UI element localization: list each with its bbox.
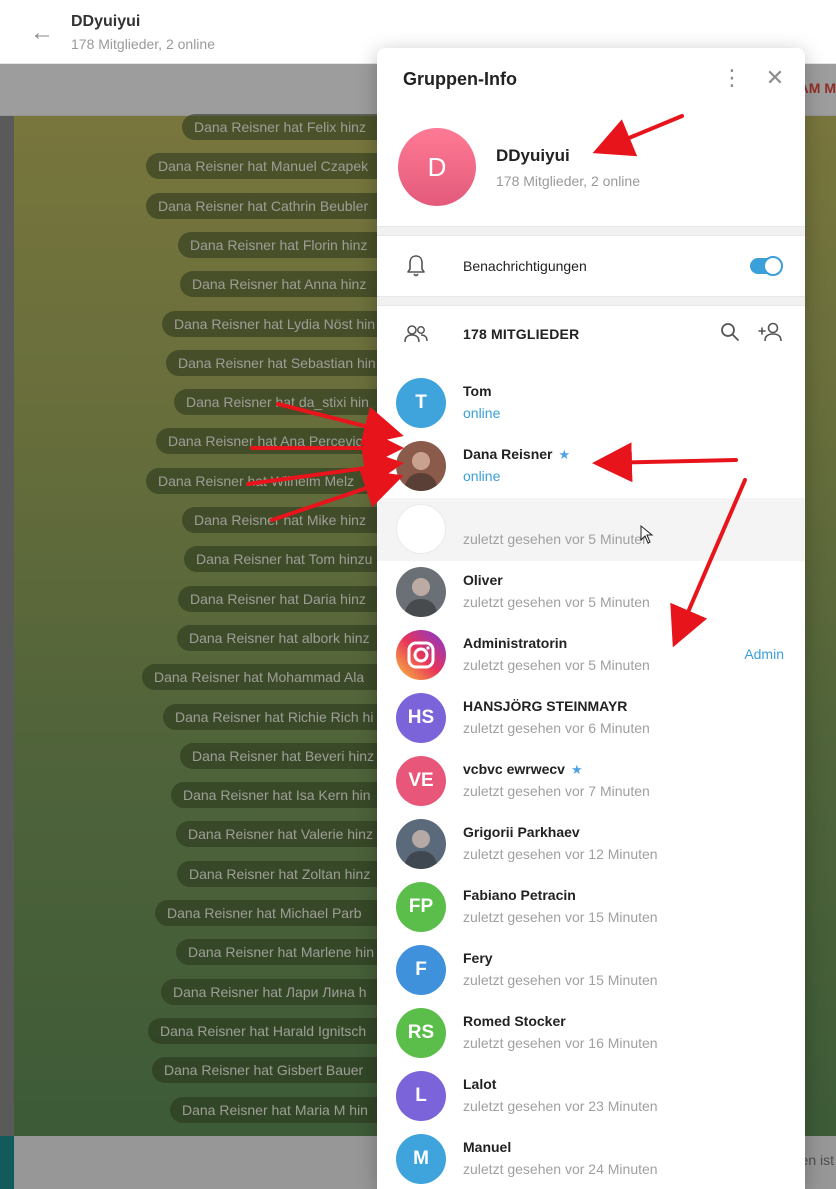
camera-icon: [407, 641, 435, 669]
member-avatar[interactable]: VE: [396, 756, 446, 806]
member-row[interactable]: Administratorin zuletzt gesehen vor 5 Min…: [377, 624, 805, 687]
modal-header: Gruppen-Info ⋮ ✕: [377, 48, 805, 108]
notifications-label: Benachrichtigungen: [463, 258, 587, 274]
modal-title: Gruppen-Info: [403, 69, 517, 89]
member-name: Grigorii Parkhaev: [463, 824, 580, 840]
member-name-text: HANSJÖRG STEINMAYR: [463, 698, 628, 714]
member-status: zuletzt gesehen vor 5 Minuten: [463, 657, 650, 673]
member-avatar[interactable]: M: [396, 1134, 446, 1184]
group-info-modal: Gruppen-Info ⋮ ✕ D DDyuiyui 178 Mitglied…: [377, 48, 805, 1189]
member-name-text: Fabiano Petracin: [463, 887, 576, 903]
member-name: vcbvc ewrwecv ★: [463, 761, 583, 778]
member-name: Manuel: [463, 1139, 511, 1155]
bell-icon: [407, 255, 425, 277]
member-row[interactable]: RS Romed Stocker zuletzt gesehen vor 16 Mi…: [377, 1002, 805, 1065]
member-status: zuletzt gesehen vor 15 Minuten: [463, 972, 658, 988]
notifications-toggle[interactable]: [750, 256, 783, 276]
member-name: Fabiano Petracin: [463, 887, 576, 903]
member-row[interactable]: F Fery zuletzt gesehen vor 15 Minuten: [377, 939, 805, 1002]
member-name-text: Lalot: [463, 1076, 497, 1092]
member-avatar[interactable]: [396, 441, 446, 491]
member-name-text: Administratorin: [463, 635, 568, 651]
member-name: Oliver: [463, 572, 503, 588]
member-avatar[interactable]: FP: [396, 882, 446, 932]
members-icon: [404, 325, 428, 343]
member-name-text: Fery: [463, 950, 493, 966]
photo-avatar-icon: [404, 830, 438, 869]
search-icon[interactable]: [719, 320, 741, 344]
member-avatar[interactable]: [396, 567, 446, 617]
member-row[interactable]: VE vcbvc ewrwecv ★ zuletzt gesehen vor 7 Mi…: [377, 750, 805, 813]
photo-avatar-icon: [404, 578, 438, 617]
add-user-icon[interactable]: [757, 320, 785, 344]
member-status: zuletzt gesehen vor 12 Minuten: [463, 846, 658, 862]
member-avatar[interactable]: HS: [396, 693, 446, 743]
group-name: DDyuiyui: [496, 146, 570, 165]
more-options-icon[interactable]: ⋮: [721, 65, 743, 91]
group-subtitle: 178 Mitglieder, 2 online: [496, 173, 640, 189]
member-row[interactable]: HS HANSJÖRG STEINMAYR zuletzt gesehen vor …: [377, 687, 805, 750]
member-avatar[interactable]: RS: [396, 1008, 446, 1058]
admin-badge: Admin: [744, 646, 784, 662]
member-name: Lalot: [463, 1076, 496, 1092]
member-avatar[interactable]: [396, 504, 446, 554]
close-icon[interactable]: ✕: [763, 65, 787, 91]
member-row[interactable]: L Lalot zuletzt gesehen vor 23 Minuten: [377, 1065, 805, 1128]
member-name: Fery: [463, 950, 493, 966]
member-avatar[interactable]: L: [396, 1071, 446, 1121]
section-divider: [377, 226, 805, 236]
member-status: online: [463, 468, 501, 484]
member-name-text: Romed Stocker: [463, 1013, 566, 1029]
member-status: zuletzt gesehen vor 15 Minuten: [463, 909, 658, 925]
member-status: zuletzt gesehen vor 7 Minuten: [463, 783, 650, 799]
star-icon: ★: [570, 762, 583, 777]
member-row[interactable]: Grigorii Parkhaev zuletzt gesehen vor 12 …: [377, 813, 805, 876]
member-status: zuletzt gesehen vor 5 Minuten: [463, 531, 650, 547]
member-name: HANSJÖRG STEINMAYR: [463, 698, 627, 714]
member-name: Dana Reisner ★: [463, 446, 570, 463]
member-status: online: [463, 405, 501, 421]
member-status: zuletzt gesehen vor 6 Minuten: [463, 720, 650, 736]
member-row[interactable]: zuletzt gesehen vor 5 Minuten: [377, 498, 805, 561]
member-name-text: Tom: [463, 383, 492, 399]
member-row[interactable]: T Tom online: [377, 372, 805, 435]
member-row[interactable]: FP Fabiano Petracin zuletzt gesehen vor 15…: [377, 876, 805, 939]
member-row[interactable]: Dana Reisner ★ online: [377, 435, 805, 498]
member-name: Administratorin: [463, 635, 567, 651]
notifications-row[interactable]: Benachrichtigungen: [377, 236, 805, 296]
member-row[interactable]: Oliver zuletzt gesehen vor 5 Minuten: [377, 561, 805, 624]
toggle-knob: [763, 256, 783, 276]
section-divider: [377, 296, 805, 306]
chat-title: DDyuiyui: [71, 13, 141, 30]
back-arrow-icon[interactable]: ←: [30, 20, 56, 46]
member-avatar[interactable]: [396, 819, 446, 869]
member-avatar[interactable]: [396, 630, 446, 680]
chat-subtitle: 178 Mitglieder, 2 online: [71, 36, 215, 52]
members-header: 178 MITGLIEDER: [377, 306, 805, 362]
member-status: zuletzt gesehen vor 5 Minuten: [463, 594, 650, 610]
member-name-text: Dana Reisner: [463, 446, 553, 462]
member-row[interactable]: M Manuel zuletzt gesehen vor 24 Minuten: [377, 1128, 805, 1189]
member-avatar[interactable]: F: [396, 945, 446, 995]
member-name-text: Manuel: [463, 1139, 512, 1155]
group-avatar[interactable]: D: [398, 128, 476, 206]
member-name-text: Grigorii Parkhaev: [463, 824, 580, 840]
member-status: zuletzt gesehen vor 24 Minuten: [463, 1161, 658, 1177]
member-name: Romed Stocker: [463, 1013, 566, 1029]
member-name-text: Oliver: [463, 572, 503, 588]
photo-avatar-icon: [404, 452, 438, 491]
star-icon: ★: [558, 447, 571, 462]
member-status: zuletzt gesehen vor 16 Minuten: [463, 1035, 658, 1051]
member-name-text: vcbvc ewrwecv: [463, 761, 565, 777]
member-avatar[interactable]: T: [396, 378, 446, 428]
member-name: Tom: [463, 383, 492, 399]
member-status: zuletzt gesehen vor 23 Minuten: [463, 1098, 658, 1114]
members-count-label: 178 MITGLIEDER: [463, 326, 580, 342]
